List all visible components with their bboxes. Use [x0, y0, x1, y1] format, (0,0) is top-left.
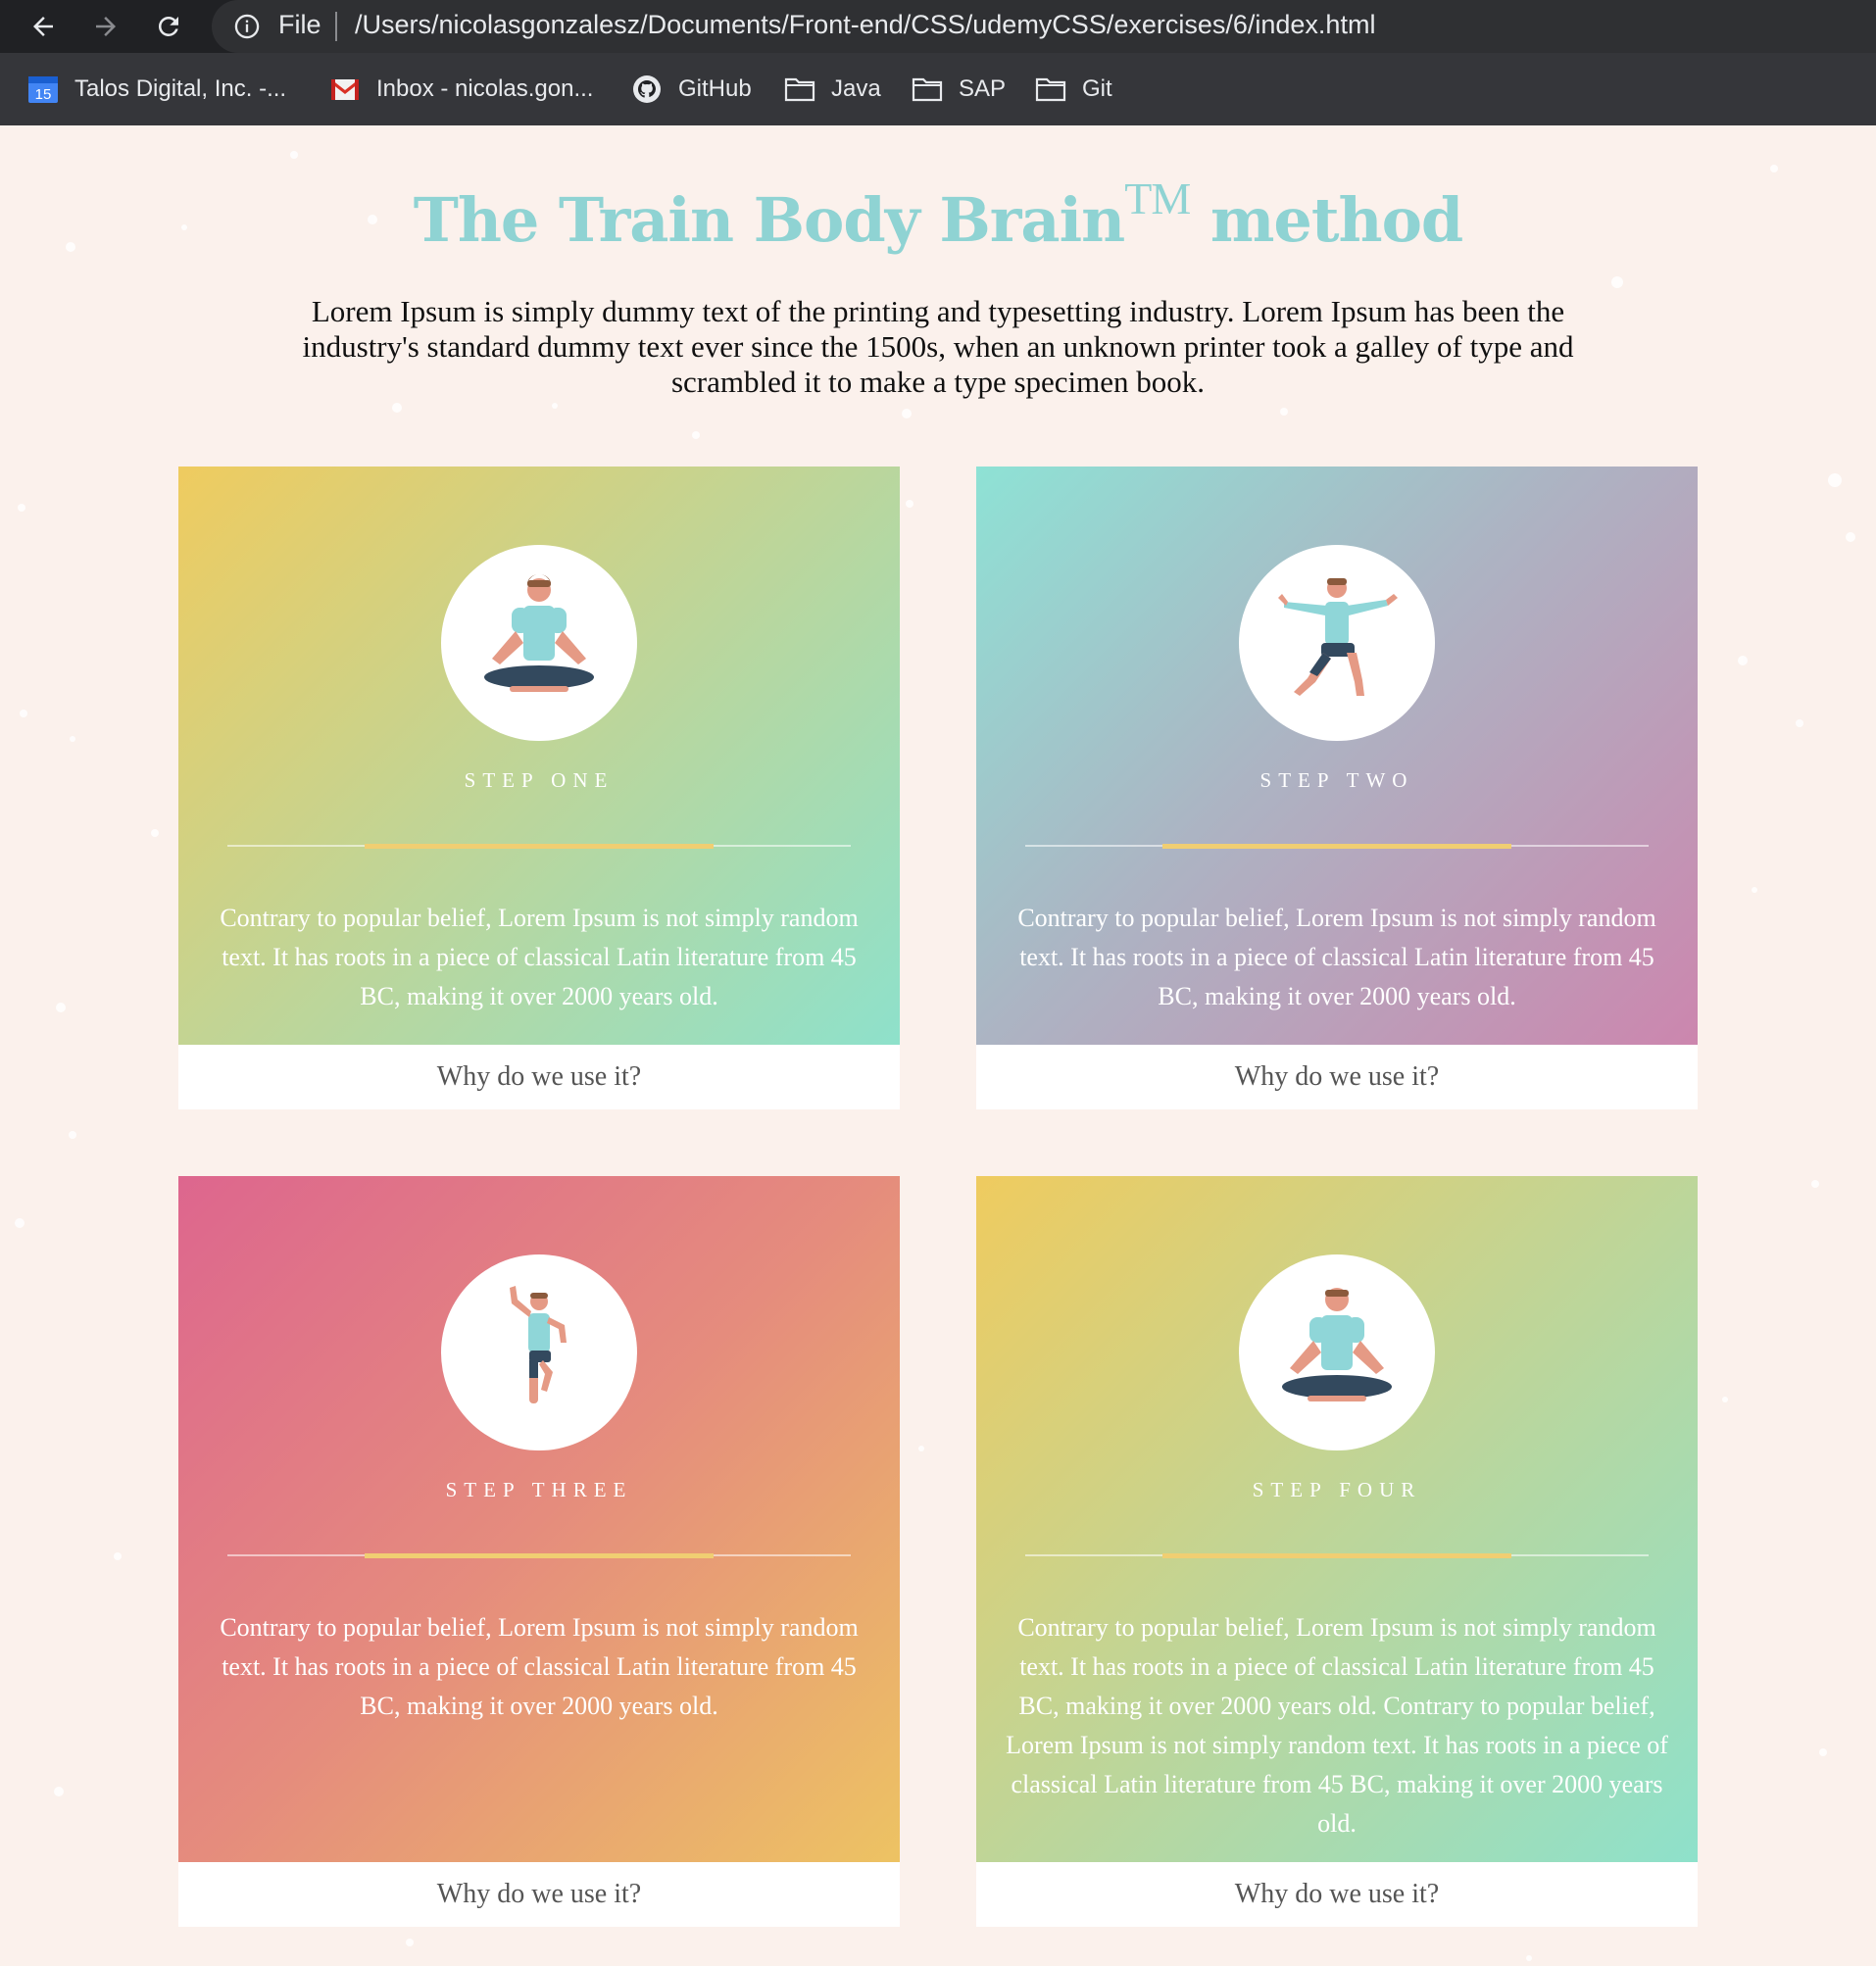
divider-accent [365, 1553, 714, 1558]
arrow-left-icon [33, 17, 53, 36]
reload-icon [158, 16, 178, 36]
browser-chrome: File /Users/nicolasgonzalesz/Documents/F… [0, 0, 1876, 125]
step-label: STEP TWO [1259, 768, 1414, 792]
why-link[interactable]: Why do we use it? [976, 1862, 1698, 1927]
card-gradient-panel: STEP FOUR Contrary to popular belief, Lo… [976, 1176, 1698, 1862]
bookmark-label: SAP [959, 75, 1007, 102]
bookmark-label: Git [1082, 75, 1112, 102]
forward-button[interactable] [86, 7, 125, 46]
divider-accent [1162, 844, 1511, 849]
card-gradient-panel: STEP THREE Contrary to popular belief, L… [178, 1176, 900, 1862]
reload-button[interactable] [149, 7, 188, 46]
folder-icon [1035, 74, 1066, 104]
step-label: STEP ONE [464, 768, 615, 792]
why-link[interactable]: Why do we use it? [976, 1045, 1698, 1109]
arrow-right-icon [96, 17, 116, 36]
info-icon[interactable] [233, 13, 261, 40]
divider-accent [365, 844, 714, 849]
step-card-four: STEP FOUR Contrary to popular belief, Lo… [976, 1176, 1698, 1927]
url-text[interactable]: /Users/nicolasgonzalesz/Documents/Front-… [355, 10, 1375, 40]
back-button[interactable] [24, 7, 63, 46]
step-label: STEP THREE [445, 1478, 633, 1501]
bookmark-java[interactable]: Java [784, 72, 881, 107]
svg-text:15: 15 [35, 86, 52, 103]
bookmark-label: Talos Digital, Inc. -... [74, 75, 287, 102]
bookmark-label: Java [831, 75, 881, 102]
why-link[interactable]: Why do we use it? [178, 1862, 900, 1927]
bookmark-github[interactable]: GitHub [631, 72, 752, 107]
trademark-sup: TM [1124, 173, 1191, 223]
card-description: Contrary to popular belief, Lorem Ipsum … [1006, 1613, 1668, 1838]
calendar-icon: 15 [27, 74, 59, 104]
page-content: The Train Body BrainTM method Lorem Ipsu… [0, 125, 1876, 1966]
browser-toolbar: File /Users/nicolasgonzalesz/Documents/F… [0, 0, 1876, 53]
card-gradient-panel: STEP ONE Contrary to popular belief, Lor… [178, 467, 900, 1045]
url-divider [335, 12, 337, 41]
bookmark-label: GitHub [678, 75, 752, 102]
why-link[interactable]: Why do we use it? [178, 1045, 900, 1109]
card-description: Contrary to popular belief, Lorem Ipsum … [1017, 904, 1656, 1010]
meditating-person-icon [1239, 1254, 1435, 1450]
step-card-two: STEP TWO Contrary to popular belief, Lor… [976, 467, 1698, 1109]
step-label: STEP FOUR [1252, 1478, 1422, 1501]
bookmark-inbox[interactable]: Inbox - nicolas.gon... [329, 72, 593, 107]
step-card-one: STEP ONE Contrary to popular belief, Lor… [178, 467, 900, 1109]
github-icon [631, 74, 663, 104]
intro-paragraph: Lorem Ipsum is simply dummy text of the … [302, 294, 1574, 399]
bookmark-git[interactable]: Git [1035, 72, 1112, 107]
folder-icon [912, 74, 943, 104]
bookmark-label: Inbox - nicolas.gon... [376, 75, 594, 102]
card-description: Contrary to popular belief, Lorem Ipsum … [220, 904, 859, 1010]
stretching-person-icon [1239, 545, 1435, 741]
card-description: Contrary to popular belief, Lorem Ipsum … [220, 1613, 859, 1720]
gmail-icon [329, 74, 361, 104]
card-gradient-panel: STEP TWO Contrary to popular belief, Lor… [976, 467, 1698, 1045]
meditating-person-icon [441, 545, 637, 741]
step-card-three: STEP THREE Contrary to popular belief, L… [178, 1176, 900, 1927]
url-scheme: File [278, 10, 321, 39]
page-title: The Train Body BrainTM method [413, 173, 1464, 256]
bookmark-talos[interactable]: 15 Talos Digital, Inc. -... [27, 72, 286, 107]
dancing-person-icon [441, 1254, 637, 1450]
folder-icon [784, 74, 815, 104]
divider-accent [1162, 1553, 1511, 1558]
bookmark-sap[interactable]: SAP [912, 72, 1006, 107]
bookmarks-bar: 15 Talos Digital, Inc. -... Inbox - nico… [0, 53, 1876, 125]
address-bar[interactable]: File /Users/nicolasgonzalesz/Documents/F… [212, 0, 1876, 53]
